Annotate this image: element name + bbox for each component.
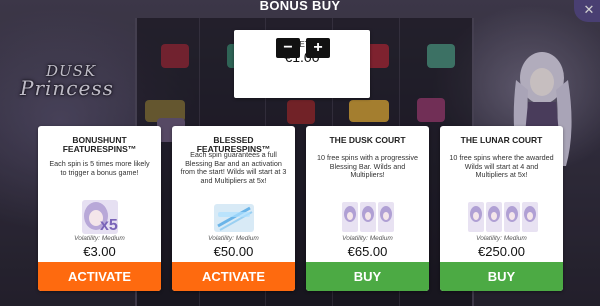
card-price: €250.00 [478, 244, 525, 259]
card-title: THE DUSK COURT [329, 135, 406, 145]
bonus-card-bonushunt: BONUSHUNT FEATURESPINS™ Each spin is 5 t… [38, 126, 161, 291]
card-price: €50.00 [213, 244, 254, 259]
activate-button[interactable]: ACTIVATE [38, 262, 161, 291]
card-volatility: Volatility: Medium [208, 235, 259, 242]
bonus-card-dusk-court: THE DUSK COURT 10 free spins with a prog… [306, 126, 429, 291]
card-volatility: Volatility: Medium [74, 235, 125, 242]
card-description: 10 free spins where the awarded Wilds wi… [449, 153, 554, 179]
card-description: Each spin is 5 times more likely to trig… [49, 159, 150, 177]
multiplier-badge: x5 [100, 217, 118, 234]
bonus-card-blessed: BLESSED FEATURESPINS™ Each spin guarante… [172, 126, 295, 291]
bet-increase-button[interactable]: + [306, 38, 330, 58]
card-price: €65.00 [347, 244, 388, 259]
bet-panel: BET €1.00 [234, 30, 370, 98]
card-title: BONUSHUNT FEATURESPINS™ [62, 135, 137, 154]
card-description: 10 free spins with a progressive Blessin… [316, 153, 419, 179]
bonus-card-lunar-court: THE LUNAR COURT 10 free spins where the … [440, 126, 563, 291]
card-title: THE LUNAR COURT [460, 135, 543, 145]
card-volatility: Volatility: Medium [476, 235, 527, 242]
card-price: €3.00 [83, 244, 116, 259]
activate-button[interactable]: ACTIVATE [172, 262, 295, 291]
buy-button[interactable]: BUY [440, 262, 563, 291]
card-volatility: Volatility: Medium [342, 235, 393, 242]
bet-label: BET [294, 40, 310, 49]
bet-value: €1.00 [284, 49, 320, 65]
card-description: Each spin guarantees a full Blessing Bar… [180, 150, 287, 185]
bet-decrease-button[interactable]: − [276, 38, 300, 58]
page-title: BONUS BUY [259, 0, 341, 13]
buy-button[interactable]: BUY [306, 262, 429, 291]
